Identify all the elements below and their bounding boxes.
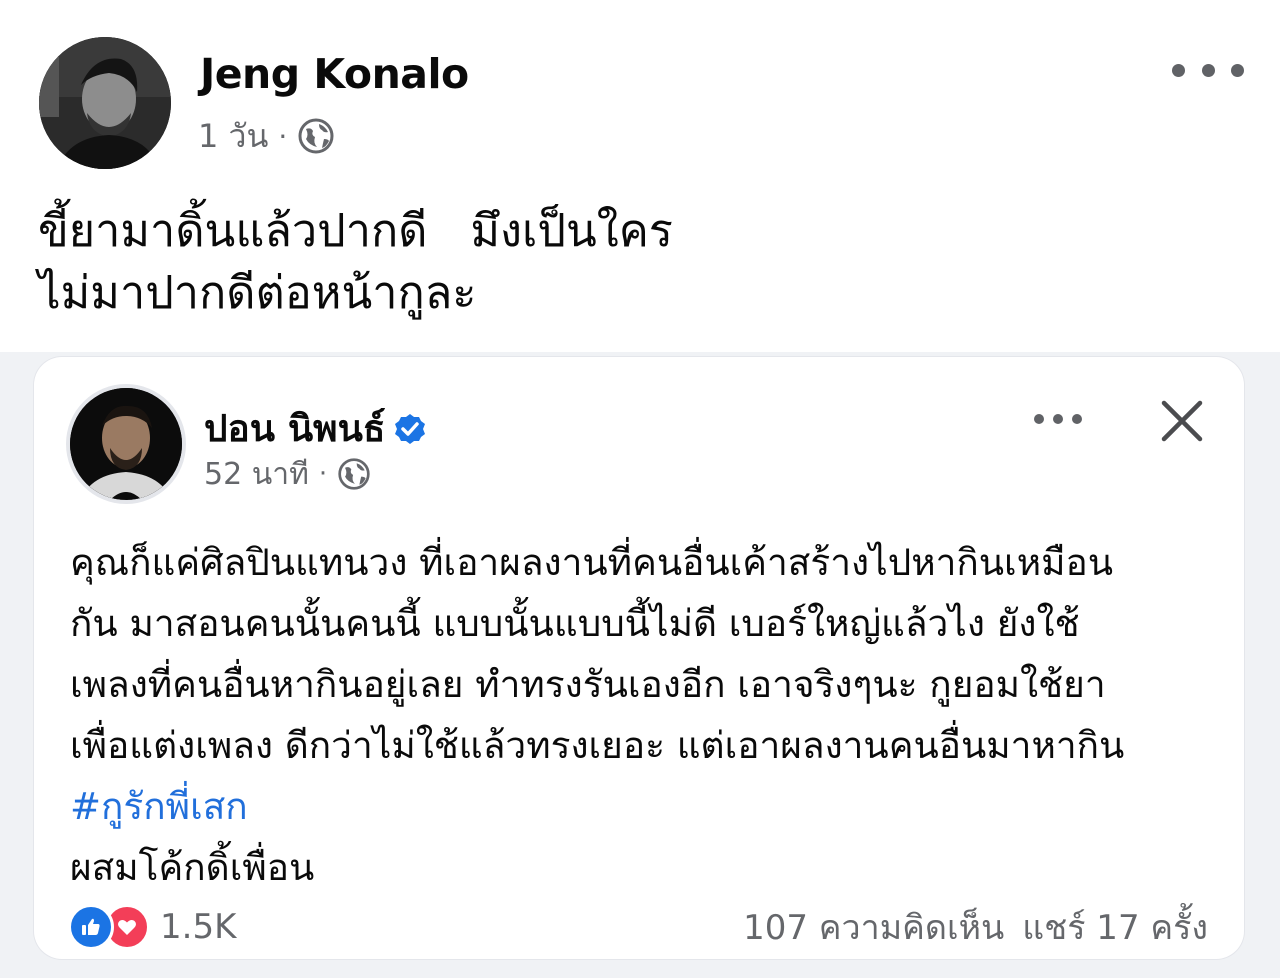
shared-post-line: คุณก็แค่ศิลปินแทนวง ที่เอาผลงานที่คนอื่น… xyxy=(70,541,1113,584)
close-icon xyxy=(1161,400,1203,442)
reaction-count: 1.5K xyxy=(160,907,237,947)
comment-count-link[interactable]: 107 ความคิดเห็น xyxy=(743,900,1004,954)
shared-post-time[interactable]: 52 นาที xyxy=(204,451,309,498)
more-options-button[interactable] xyxy=(1172,50,1244,90)
shared-author-name-row: ปอน นิพนธ์ xyxy=(204,399,427,458)
more-dot xyxy=(1053,414,1063,424)
author-name[interactable]: Jeng Konalo xyxy=(200,50,469,98)
hashtag-link[interactable]: #กูรักพี่เสก xyxy=(70,776,1210,837)
shared-post-body: คุณก็แค่ศิลปินแทนวง ที่เอาผลงานที่คนอื่น… xyxy=(70,532,1210,898)
verified-badge-icon xyxy=(393,412,427,446)
post-body: ขี้ยามาดิ้นแล้วปากดี มึงเป็นใครไม่มาปากด… xyxy=(38,200,1238,324)
post-time[interactable]: 1 วัน xyxy=(198,111,268,162)
shared-author-avatar[interactable] xyxy=(70,388,182,500)
shared-post-line: เพลงที่คนอื่นหากินอยู่เลย ทำทรงรันเองอีก… xyxy=(70,663,1106,706)
meta-separator: · xyxy=(278,119,288,153)
reactions-summary[interactable]: 1.5K xyxy=(68,903,236,951)
shared-post-line: กัน มาสอนคนนั้นคนนี้ แบบนั้นแบบนี้ไม่ดี … xyxy=(70,602,1080,645)
globe-icon xyxy=(337,457,371,491)
more-dot xyxy=(1201,63,1215,77)
share-count-link[interactable]: แชร์ 17 ครั้ง xyxy=(1022,900,1208,954)
more-dot xyxy=(1072,414,1082,424)
post-line: ไม่มาปากดีต่อหน้ากูละ xyxy=(38,266,477,319)
shared-post-line: เพื่อแต่งเพลง ดีกว่าไม่ใช้แล้วทรงเยอะ แต… xyxy=(70,724,1125,767)
facebook-post: Jeng Konalo 1 วัน · ขี้ยามาดิ้นแล้วปากดี… xyxy=(0,0,1280,978)
shared-post-card[interactable]: ปอน นิพนธ์ 52 นาที · คุณก็แค่ศิลปินแทนวง… xyxy=(34,357,1244,959)
author-avatar[interactable] xyxy=(39,37,171,169)
meta-separator: · xyxy=(318,459,328,489)
more-dot xyxy=(1231,63,1244,77)
shared-post-meta: 52 นาที · xyxy=(204,453,371,495)
shared-author-name[interactable]: ปอน นิพนธ์ xyxy=(204,399,385,458)
more-options-icon xyxy=(1034,414,1044,424)
like-reaction-icon xyxy=(68,904,114,950)
post-line: ขี้ยามาดิ้นแล้วปากดี มึงเป็นใคร xyxy=(38,204,673,257)
engagement-stats: 107 ความคิดเห็น แชร์ 17 ครั้ง xyxy=(743,903,1208,951)
close-button[interactable] xyxy=(1158,397,1206,445)
globe-icon xyxy=(297,117,335,155)
post-meta: 1 วัน · xyxy=(198,114,335,158)
shared-more-options-button[interactable] xyxy=(1034,408,1082,430)
more-options-icon xyxy=(1172,63,1185,77)
shared-post-line: ผสมโค้กดิ้เพื่อน xyxy=(70,846,315,889)
